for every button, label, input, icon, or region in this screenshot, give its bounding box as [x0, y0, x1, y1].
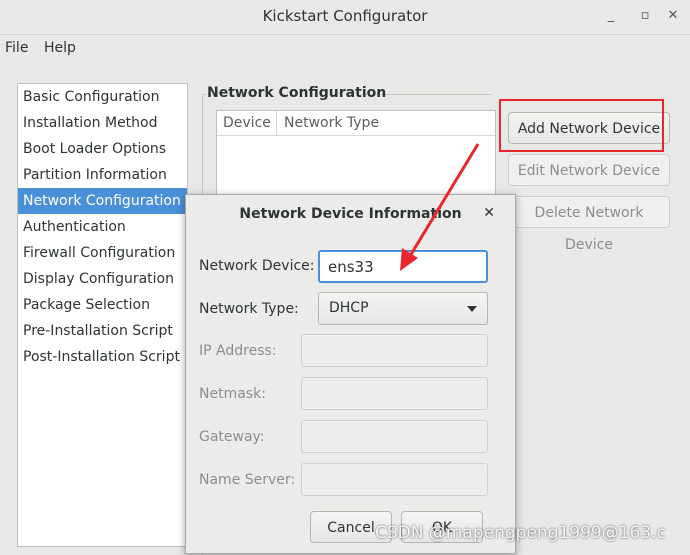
gateway-label: Gateway:: [199, 429, 265, 445]
watermark: CSDN @mapengpeng1999@163.c: [375, 523, 666, 543]
sidebar-item-post-installation-script[interactable]: Post-Installation Script: [18, 344, 187, 370]
table-header: Device Network Type: [217, 111, 495, 136]
sidebar-item-basic-configuration[interactable]: Basic Configuration: [18, 84, 187, 110]
delete-network-device-button[interactable]: Delete Network Device: [508, 196, 670, 253]
column-header-device[interactable]: Device: [223, 115, 271, 131]
sidebar: Basic Configuration Installation Method …: [17, 83, 188, 547]
sidebar-item-network-configuration[interactable]: Network Configuration: [18, 188, 187, 214]
title-bar: Kickstart Configurator _ ▫ ✕: [0, 0, 690, 35]
gateway-input[interactable]: [301, 420, 488, 453]
minimize-icon[interactable]: _: [601, 6, 621, 26]
network-type-dropdown[interactable]: DHCP: [318, 292, 488, 325]
sidebar-item-display-configuration[interactable]: Display Configuration: [18, 266, 187, 292]
menu-file[interactable]: File: [5, 40, 28, 56]
dialog-title: Network Device Information: [239, 206, 462, 222]
network-device-dialog: Network Device Information ✕ Network Dev…: [185, 194, 516, 554]
netmask-input[interactable]: [301, 377, 488, 410]
menu-bar: File Help: [0, 35, 690, 63]
add-network-device-button[interactable]: Add Network Device: [508, 112, 670, 144]
sidebar-item-installation-method[interactable]: Installation Method: [18, 110, 187, 136]
maximize-icon[interactable]: ▫: [635, 6, 655, 26]
ip-address-label: IP Address:: [199, 343, 277, 359]
network-device-label: Network Device:: [199, 258, 315, 274]
network-type-label: Network Type:: [199, 301, 299, 317]
sidebar-item-package-selection[interactable]: Package Selection: [18, 292, 187, 318]
menu-help[interactable]: Help: [44, 40, 76, 56]
name-server-label: Name Server:: [199, 472, 296, 488]
sidebar-item-partition-information[interactable]: Partition Information: [18, 162, 187, 188]
network-type-value: DHCP: [329, 300, 369, 316]
ip-address-input[interactable]: [301, 334, 488, 367]
sidebar-item-authentication[interactable]: Authentication: [18, 214, 187, 240]
sidebar-item-pre-installation-script[interactable]: Pre-Installation Script: [18, 318, 187, 344]
column-header-network-type[interactable]: Network Type: [284, 115, 379, 131]
netmask-label: Netmask:: [199, 386, 266, 402]
column-divider: [276, 111, 277, 135]
sidebar-item-firewall-configuration[interactable]: Firewall Configuration: [18, 240, 187, 266]
close-icon[interactable]: ✕: [663, 6, 683, 26]
edit-network-device-button[interactable]: Edit Network Device: [508, 154, 670, 186]
network-device-input[interactable]: ens33: [318, 250, 488, 283]
window-title: Kickstart Configurator: [262, 7, 428, 25]
network-group-label: Network Configuration: [207, 85, 387, 101]
name-server-input[interactable]: [301, 463, 488, 496]
close-icon[interactable]: ✕: [483, 205, 495, 221]
chevron-down-icon: [467, 306, 477, 312]
sidebar-item-boot-loader-options[interactable]: Boot Loader Options: [18, 136, 187, 162]
